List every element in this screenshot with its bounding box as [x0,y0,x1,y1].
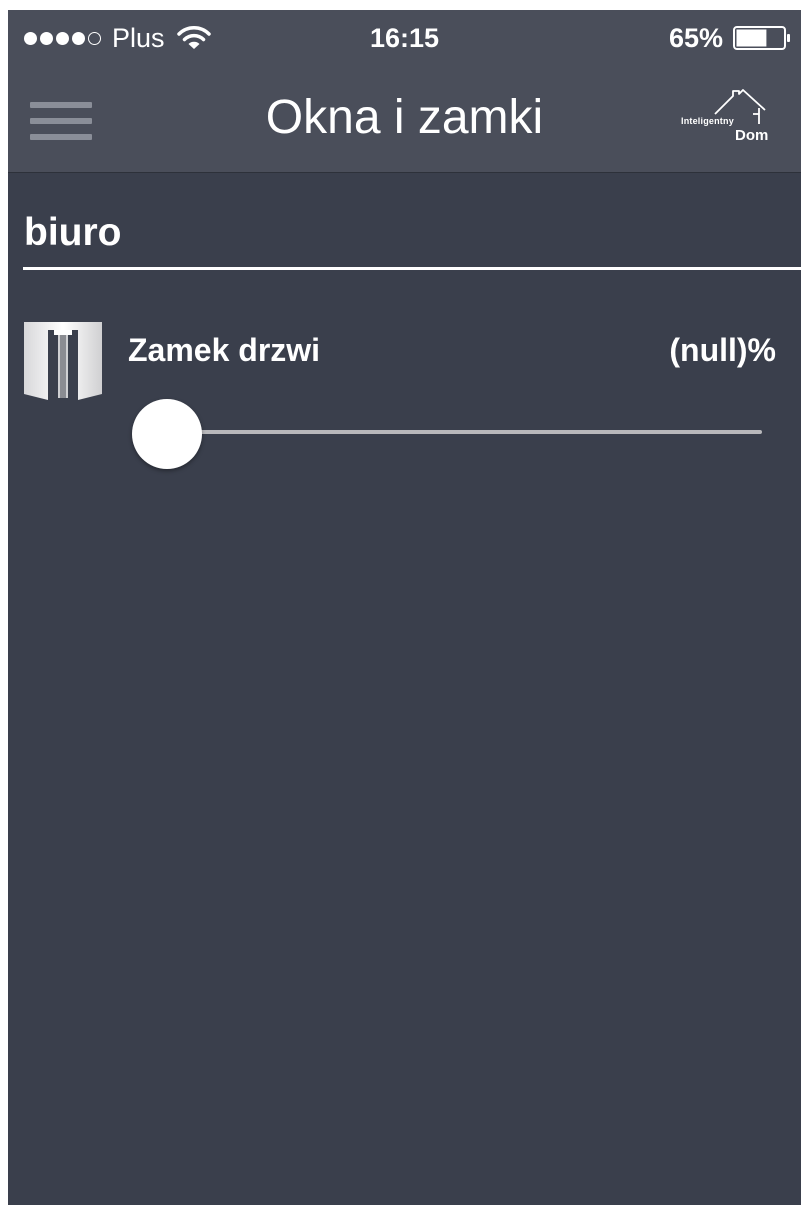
device-label: Zamek drzwi [128,332,321,368]
slider-thumb[interactable] [132,399,202,469]
device-row: Zamek drzwi (null)% [8,310,801,490]
logo-text-line1: Inteligentny [681,116,734,126]
section-title: biuro [24,211,122,254]
inteligentny-dom-logo[interactable]: Inteligentny Dom [681,88,781,146]
status-bar: Plus 16:15 65% [8,10,801,66]
device-value: (null)% [669,332,776,368]
section-divider [23,267,801,270]
app-screen: Plus 16:15 65% Okna i zamki Inteligentny… [8,10,801,1205]
slider-track[interactable] [172,430,762,434]
navigation-bar: Okna i zamki Inteligentny Dom [8,66,801,173]
door-lock-icon [24,322,102,400]
logo-text-line2: Dom [735,127,769,144]
lock-slider[interactable] [132,396,762,470]
battery-icon [733,26,790,50]
status-right: 65% [669,22,791,54]
battery-percent: 65% [668,23,723,53]
